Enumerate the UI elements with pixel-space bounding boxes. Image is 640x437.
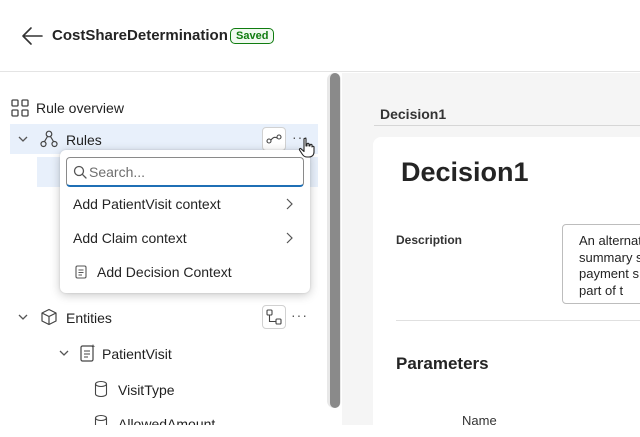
entity-graph-button[interactable] <box>262 305 286 329</box>
hierarchy-icon <box>40 130 58 148</box>
database-icon <box>94 380 108 398</box>
cube-icon <box>41 308 57 326</box>
tree-item-rule-overview[interactable]: Rule overview <box>0 92 320 122</box>
tab-decision1[interactable]: Decision1 <box>380 106 446 122</box>
tab-divider <box>374 125 640 126</box>
chevron-down-icon[interactable] <box>58 347 70 359</box>
chevron-down-icon[interactable] <box>17 133 29 145</box>
description-label: Description <box>396 233 463 247</box>
document-icon <box>75 265 87 279</box>
menu-item-label: Add Decision Context <box>97 264 232 280</box>
name-column-header: Name <box>462 413 497 428</box>
tree-item-label: VisitType <box>118 382 175 398</box>
graph-icon <box>266 309 282 325</box>
tree-item-patientvisit[interactable]: PatientVisit <box>0 338 320 368</box>
search-input[interactable] <box>89 162 295 182</box>
flow-button[interactable] <box>262 127 286 151</box>
menu-item-add-claim-context[interactable]: Add Claim context <box>60 222 310 254</box>
menu-item-label: Add PatientVisit context <box>73 196 221 212</box>
description-field[interactable]: An alternative summary s payment s a par… <box>562 224 640 304</box>
add-context-menu: Add PatientVisit context Add Claim conte… <box>60 150 310 293</box>
more-options-icon[interactable]: ··· <box>291 307 308 323</box>
back-arrow-icon[interactable] <box>20 25 44 47</box>
section-divider <box>396 320 640 321</box>
menu-item-add-decision-context[interactable]: Add Decision Context <box>60 256 310 288</box>
parameters-heading: Parameters <box>396 354 489 373</box>
search-box[interactable] <box>66 157 304 187</box>
tree-item-label: Rule overview <box>36 100 124 116</box>
menu-item-label: Add Claim context <box>73 230 187 246</box>
search-icon <box>73 165 87 179</box>
tree-item-label: AllowedAmount <box>118 416 216 425</box>
chevron-down-icon[interactable] <box>17 311 29 323</box>
tree-item-label: PatientVisit <box>102 346 172 362</box>
entity-document-icon <box>80 344 96 362</box>
decision-title: Decision1 <box>401 157 529 187</box>
hand-cursor-icon <box>298 137 315 158</box>
chevron-right-icon <box>286 232 293 244</box>
scrollbar-thumb[interactable] <box>330 73 340 408</box>
tree-item-label: Rules <box>66 132 102 148</box>
flow-icon <box>266 134 282 144</box>
grid-icon <box>11 99 29 117</box>
menu-item-add-patientvisit-context[interactable]: Add PatientVisit context <box>60 188 310 220</box>
tree-item-allowedamount[interactable]: AllowedAmount <box>0 408 320 425</box>
status-badge: Saved <box>230 28 275 44</box>
tree-item-label: Entities <box>66 310 112 326</box>
database-icon <box>94 414 108 425</box>
app-header: CostShareDetermination Saved <box>0 0 640 72</box>
page-title: CostShareDetermination <box>52 27 228 44</box>
tree-item-entities[interactable]: Entities ··· <box>0 302 320 332</box>
tree-item-visittype[interactable]: VisitType <box>0 374 320 404</box>
chevron-right-icon <box>286 198 293 210</box>
